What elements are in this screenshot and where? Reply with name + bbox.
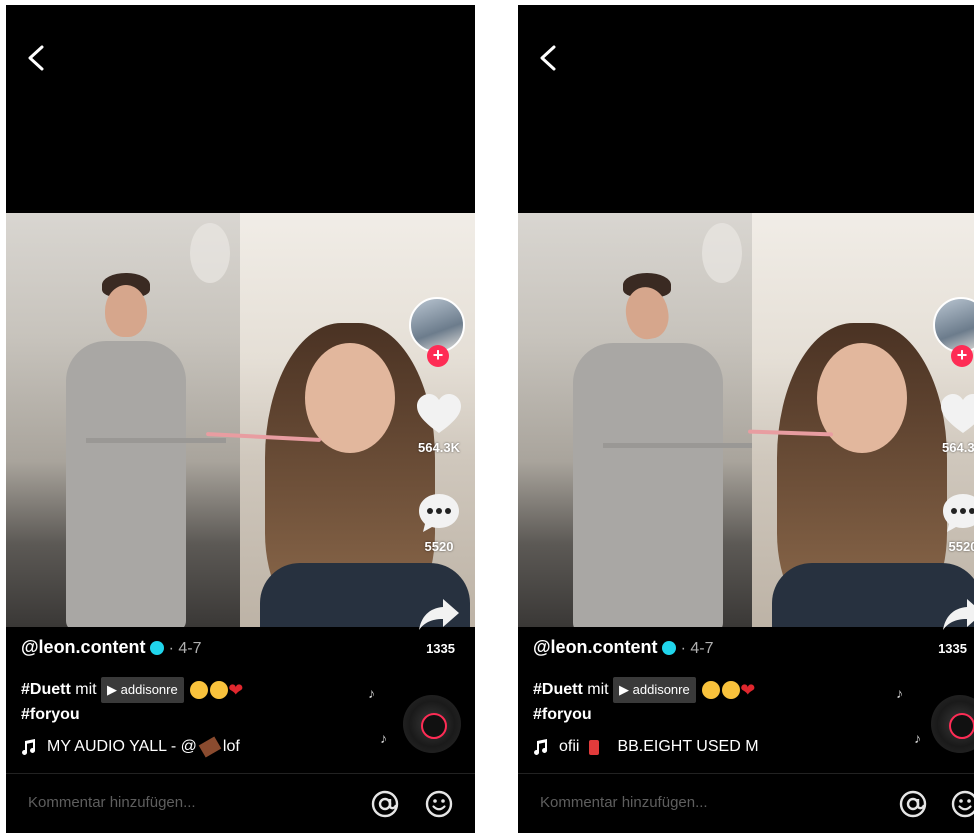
duet-with-text: mit (75, 681, 97, 699)
share-button[interactable] (933, 597, 974, 636)
share-button[interactable] (409, 597, 469, 636)
comment-count: 5520 (424, 539, 454, 554)
comment-input[interactable]: Kommentar hinzufügen... (540, 794, 708, 811)
back-arrow-icon[interactable] (536, 43, 560, 73)
floating-note-icon: ♪ (368, 685, 375, 701)
post-date: · 4-7 (168, 640, 202, 657)
comment-button[interactable]: 5520 (409, 492, 469, 554)
smiley-icon[interactable] (425, 790, 453, 818)
comment-bar: Kommentar hinzufügen... (6, 773, 475, 833)
like-button[interactable]: 564.3K (933, 393, 974, 455)
floating-note-icon: ♪ (380, 730, 387, 746)
comment-count: 5520 (948, 539, 974, 554)
phone-screen-right: ƎU + 564.3K 5520 @leon.content · (518, 5, 974, 833)
chocolate-emoji (198, 736, 222, 758)
post-date: · 4-7 (680, 640, 714, 657)
floating-note-icon: ♪ (896, 685, 903, 701)
music-row[interactable]: ofii BB.EIGHT USED M (533, 738, 759, 756)
cup-emoji (589, 739, 600, 755)
like-count: 564.3K (418, 440, 460, 455)
comment-icon (419, 494, 459, 532)
username-row: @leon.content · 4-7 (21, 637, 201, 658)
music-title: ofii (559, 738, 580, 755)
heart-icon (941, 394, 974, 433)
duet-hashtag[interactable]: #Duett (533, 681, 583, 698)
duet-user: addisonre (632, 682, 690, 697)
music-disc[interactable] (931, 695, 974, 753)
comment-bar: Kommentar hinzufügen... (518, 773, 974, 833)
duet-user: addisonre (120, 682, 178, 697)
caption: #Duett mit ▶ addisonre ❤ #foryou (21, 677, 246, 727)
video-panel-left (518, 213, 753, 627)
duet-with-text: mit (587, 681, 609, 699)
phone-screen-left: ƎU + 564.3K 5520 @leon.content · (6, 5, 475, 833)
duet-user-chip[interactable]: ▶ addisonre (613, 677, 696, 703)
duet-video[interactable]: ƎU (518, 213, 974, 627)
music-tail: lof (222, 738, 240, 755)
music-title: MY AUDIO YALL - @ (47, 738, 197, 755)
username[interactable]: @leon.content (21, 637, 146, 657)
caption: #Duett mit ▶ addisonre ❤ #foryou (533, 677, 758, 727)
verified-icon (149, 641, 164, 656)
caption-emojis: ❤ (188, 678, 246, 702)
back-arrow-icon[interactable] (24, 43, 48, 73)
video-panel-left (6, 213, 240, 627)
foryou-hashtag[interactable]: #foryou (533, 706, 592, 723)
comment-input[interactable]: Kommentar hinzufügen... (28, 794, 196, 811)
duet-video[interactable]: ƎU (6, 213, 475, 627)
music-tail: BB.EIGHT USED M (617, 738, 759, 755)
follow-plus-icon[interactable]: + (951, 345, 973, 367)
floating-note-icon: ♪ (914, 730, 921, 746)
music-disc[interactable] (403, 695, 461, 753)
like-count: 564.3K (942, 440, 974, 455)
like-button[interactable]: 564.3K (409, 393, 469, 455)
heart-icon (417, 394, 461, 433)
music-note-icon (534, 739, 548, 755)
comment-icon (943, 494, 974, 532)
foryou-hashtag[interactable]: #foryou (21, 706, 80, 723)
share-icon (943, 599, 974, 630)
at-icon[interactable] (371, 790, 399, 818)
duet-user-chip[interactable]: ▶ addisonre (101, 677, 184, 703)
caption-emojis: ❤ (700, 678, 758, 702)
share-count: 1335 (938, 641, 967, 656)
username[interactable]: @leon.content (533, 637, 658, 657)
smiley-icon[interactable] (951, 790, 974, 818)
share-count: 1335 (426, 641, 455, 656)
music-row[interactable]: MY AUDIO YALL - @ lof (21, 736, 240, 758)
duet-hashtag[interactable]: #Duett (21, 681, 71, 698)
at-icon[interactable] (899, 790, 927, 818)
follow-plus-icon[interactable]: + (427, 345, 449, 367)
verified-icon (661, 641, 676, 656)
username-row: @leon.content · 4-7 (533, 637, 713, 658)
comment-button[interactable]: 5520 (933, 492, 974, 554)
music-note-icon (22, 739, 36, 755)
share-icon (419, 599, 459, 630)
